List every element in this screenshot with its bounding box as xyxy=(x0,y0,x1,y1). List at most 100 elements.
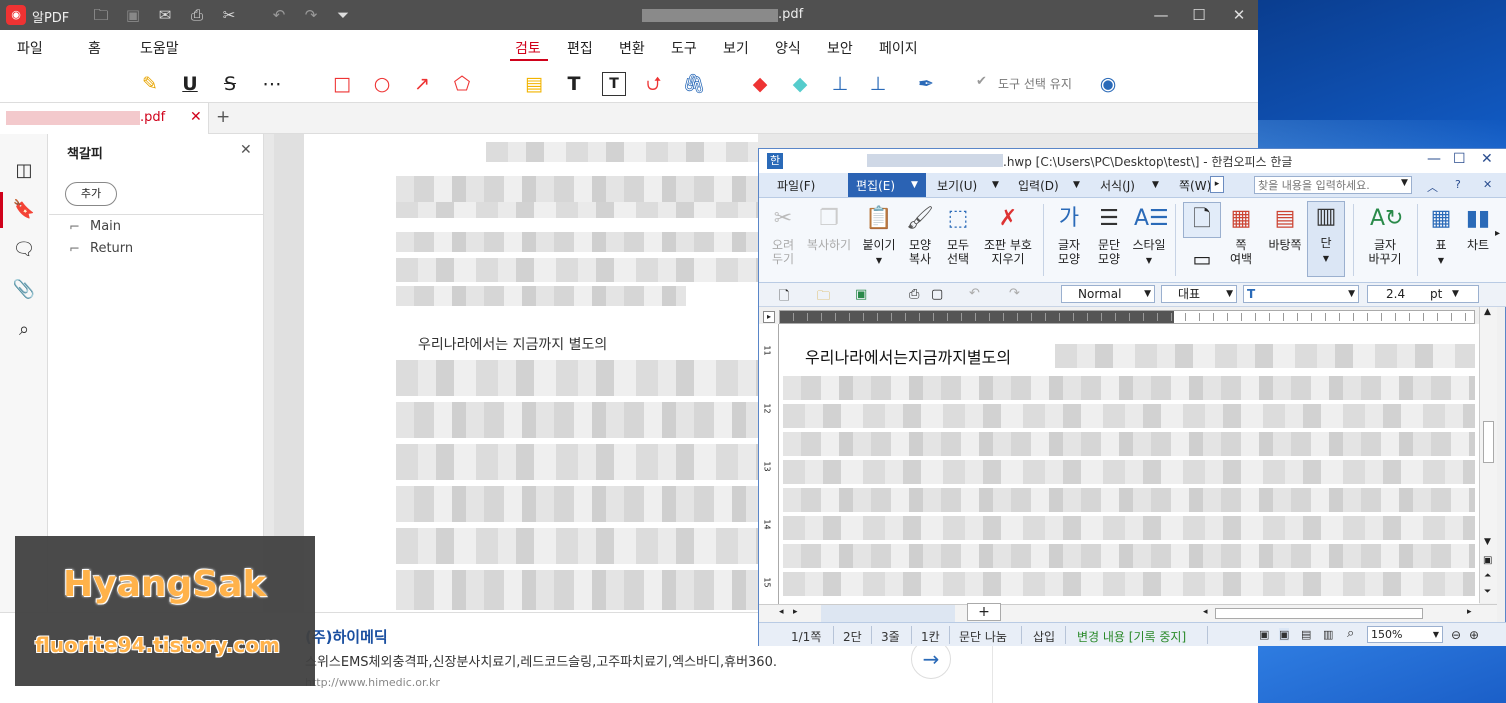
scissors-icon[interactable]: ✂ xyxy=(220,6,238,24)
scroll-up-icon[interactable]: ▲ xyxy=(1484,307,1491,317)
view-outline-icon[interactable]: ▥ xyxy=(1323,628,1333,641)
new-doc-icon[interactable]: 🗋 xyxy=(779,287,789,309)
add-bookmark-button[interactable]: 추가 xyxy=(65,182,117,206)
eraser-icon[interactable]: ◆ xyxy=(748,72,772,96)
attach-icon[interactable]: 🖇 xyxy=(682,72,706,96)
underline-icon[interactable]: U xyxy=(178,72,202,96)
menu-security[interactable]: 보안 xyxy=(827,38,853,58)
h-scroll-thumb[interactable] xyxy=(1215,608,1423,619)
scroll-down-icon[interactable]: ▼ xyxy=(1484,537,1491,547)
ribbon-format-copy-button[interactable]: 🖌 모양 복사 xyxy=(903,204,937,266)
ribbon-char-shape-button[interactable]: 가 글자 모양 xyxy=(1051,204,1087,266)
save-icon[interactable]: ▣ xyxy=(124,6,142,24)
ad-company[interactable]: (주)하이메딕 xyxy=(305,626,388,647)
bookmark-panel-close-icon[interactable]: ✕ xyxy=(240,142,252,158)
save-doc-icon[interactable]: ▣ xyxy=(855,287,867,302)
menu-view[interactable]: 보기 xyxy=(723,38,749,58)
hwp-menu-view[interactable]: 보기(U) xyxy=(937,177,977,194)
scroll-left-icon[interactable]: ◂ xyxy=(779,607,784,617)
hwp-menu-file[interactable]: 파일(F) xyxy=(777,177,815,194)
scroll-right-small-icon[interactable]: ▸ xyxy=(793,607,798,617)
stamp-dropdown-icon[interactable]: ⊥ xyxy=(866,72,890,96)
scroll-next-page-icon[interactable]: ⏷ xyxy=(1484,587,1491,597)
open-doc-icon[interactable]: 🗀 xyxy=(817,287,830,309)
panel-toggle-icon[interactable]: ◫ xyxy=(12,159,36,183)
print-icon[interactable]: ⎙ xyxy=(188,6,206,24)
hwp-menu-edit-arrow[interactable]: ▼ xyxy=(911,180,918,190)
menu-file[interactable]: 파일 xyxy=(17,38,43,58)
view-multi-icon[interactable]: ▤ xyxy=(1301,628,1311,641)
ribbon-remove-codes-button[interactable]: ✗ 조판 부호 지우기 xyxy=(979,204,1037,266)
signature-icon[interactable]: ✒ xyxy=(914,72,938,96)
hwp-redo-icon[interactable]: ↷ xyxy=(1009,286,1020,301)
hwp-horizontal-scrollbar[interactable]: ◂ ▸ + ◂ ▸ xyxy=(759,603,1497,622)
hwp-menu-more-icon[interactable]: ▸ xyxy=(1210,176,1224,193)
maximize-icon[interactable]: ☐ xyxy=(1190,6,1208,24)
close-icon[interactable]: ✕ xyxy=(1230,6,1248,24)
eraser-alt-icon[interactable]: ◆ xyxy=(788,72,812,96)
circle-icon[interactable]: ○ xyxy=(370,72,394,96)
zoom-select[interactable]: 150% ▼ xyxy=(1367,626,1443,643)
hwp-maximize-icon[interactable]: ☐ xyxy=(1453,151,1466,167)
hwp-document[interactable]: 우리나라에서는지금까지별도의 xyxy=(779,324,1479,604)
ribbon-para-shape-button[interactable]: ☰ 문단 모양 xyxy=(1091,204,1127,266)
zoom-out-icon[interactable]: ⊖ xyxy=(1451,628,1461,642)
more-text-markup-icon[interactable]: ⋯ xyxy=(260,72,284,96)
ribbon-paste-button[interactable]: 📋 붙이기 ▼ xyxy=(859,204,899,268)
menu-review[interactable]: 검토 xyxy=(515,38,541,58)
view-normal-icon[interactable]: ▣ xyxy=(1259,628,1269,641)
ruler-corner-icon[interactable]: ▸ xyxy=(763,311,775,323)
hwp-menu-insert[interactable]: 입력(D) xyxy=(1018,177,1059,194)
hwp-doc-close-icon[interactable]: ✕ xyxy=(1483,178,1492,191)
mail-icon[interactable]: ✉ xyxy=(156,6,174,24)
highlight-icon[interactable]: ✎ xyxy=(138,72,162,96)
textbox-icon[interactable]: T xyxy=(602,72,626,96)
hwp-menu-view-arrow[interactable]: ▼ xyxy=(992,180,999,190)
comment-icon[interactable]: 🗨 xyxy=(12,238,36,262)
hwp-minimize-icon[interactable]: — xyxy=(1427,151,1441,167)
keep-tool-label[interactable]: 도구 선택 유지 xyxy=(998,75,1072,92)
shape-dropdown-icon[interactable]: ⬠ xyxy=(450,72,474,96)
menu-home[interactable]: 홈 xyxy=(88,38,101,58)
ribbon-chart-button[interactable]: ▮▮ 차트 xyxy=(1461,204,1495,252)
ribbon-page-orient-button[interactable]: 🗋 xyxy=(1183,202,1221,238)
view-page-icon[interactable]: ▣ xyxy=(1279,628,1290,641)
style-select[interactable]: Normal ▼ xyxy=(1061,285,1155,303)
ribbon-column-button[interactable]: ▥ 단 ▼ xyxy=(1307,201,1345,277)
hwp-help-icon[interactable]: ? xyxy=(1455,178,1461,191)
ribbon-cut-button[interactable]: ✂ 오려 두기 xyxy=(765,204,801,266)
bookmark-item-main[interactable]: Main xyxy=(90,219,121,234)
hwp-menu-edit[interactable]: 편집(E) xyxy=(856,177,895,194)
menu-help[interactable]: 도움말 xyxy=(140,38,179,58)
arrow-icon[interactable]: ↗ xyxy=(410,72,434,96)
bookmark-icon[interactable]: 🔖 xyxy=(12,198,36,222)
sticky-note-icon[interactable]: ▤ xyxy=(522,72,546,96)
font-lang-select[interactable]: 대표 ▼ xyxy=(1161,285,1237,303)
ribbon-select-all-button[interactable]: ⬚ 모두 선택 xyxy=(941,204,975,266)
ribbon-table-button[interactable]: ▦ 표 ▼ xyxy=(1423,204,1459,268)
strikethrough-icon[interactable]: S xyxy=(218,72,242,96)
menu-convert[interactable]: 변환 xyxy=(619,38,645,58)
ribbon-style-button[interactable]: A☰ 스타일 ▼ xyxy=(1129,204,1169,268)
bookmark-item-return[interactable]: Return xyxy=(90,241,133,256)
scroll-prev-page-icon[interactable]: ⏶ xyxy=(1484,571,1491,581)
ribbon-copy-button[interactable]: ❐ 복사하기 xyxy=(803,204,855,252)
minimize-icon[interactable]: — xyxy=(1152,6,1170,24)
undo-icon[interactable]: ↶ xyxy=(270,6,288,24)
add-page-tab-button[interactable]: + xyxy=(967,603,1001,621)
hwp-ribbon-collapse-icon[interactable]: ︿ xyxy=(1427,179,1438,195)
hwp-menu-insert-arrow[interactable]: ▼ xyxy=(1073,180,1080,190)
quick-access-dropdown-icon[interactable]: ⏷ xyxy=(334,6,352,24)
callout-icon[interactable]: ⮍ xyxy=(642,72,666,96)
hwp-search-input[interactable] xyxy=(1254,176,1412,194)
status-mode[interactable]: 삽입 xyxy=(1033,628,1055,645)
hwp-menu-page[interactable]: 쪽(W) xyxy=(1179,177,1211,194)
ribbon-page-landscape-button[interactable]: ▭ xyxy=(1185,244,1219,274)
ribbon-scroll-right-icon[interactable]: ▸ xyxy=(1495,228,1500,239)
scroll-h-right-icon[interactable]: ▸ xyxy=(1467,607,1472,617)
scroll-page-icon[interactable]: ▣ xyxy=(1483,555,1492,566)
new-tab-button[interactable]: + xyxy=(216,107,230,127)
scroll-thumb[interactable] xyxy=(1483,421,1494,463)
ribbon-master-page-button[interactable]: ▤ 바탕쪽 xyxy=(1263,204,1307,252)
redo-icon[interactable]: ↷ xyxy=(302,6,320,24)
